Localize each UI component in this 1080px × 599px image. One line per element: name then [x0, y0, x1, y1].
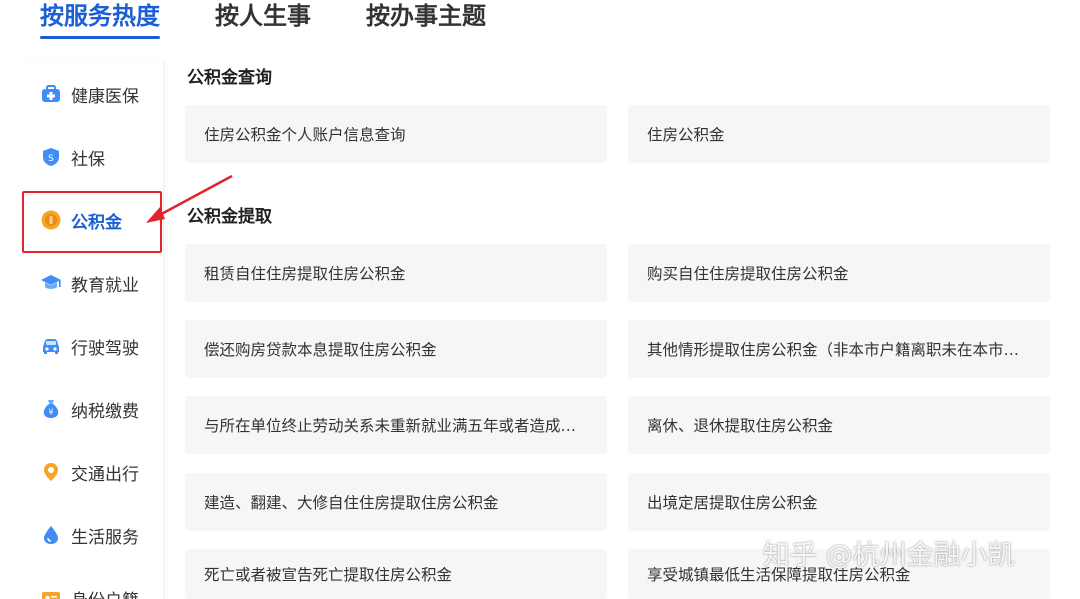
service-card[interactable]: 住房公积金 — [628, 105, 1050, 163]
service-card[interactable]: 死亡或者被宣告死亡提取住房公积金 — [185, 549, 607, 599]
service-card[interactable]: 建造、翻建、大修自住住房提取住房公积金 — [185, 473, 607, 531]
sidebar-item-label: 社保 — [71, 149, 105, 170]
tab-label: 按服务热度 — [40, 2, 160, 30]
service-card-label: 其他情形提取住房公积金（非本市户籍离职未在本市… — [647, 341, 1020, 359]
sidebar-item-tax-payment[interactable]: ¥ 纳税缴费 — [18, 385, 164, 433]
tab-by-life-event[interactable]: 按人生事 — [215, 0, 311, 40]
sidebar-item-health-insurance[interactable]: 健康医保 — [18, 70, 164, 118]
shield-icon: S — [40, 146, 62, 168]
service-tabs: 按服务热度 按人生事 按办事主题 — [0, 0, 1080, 46]
tab-by-service-popularity[interactable]: 按服务热度 — [40, 0, 160, 40]
watermark-text: 知乎 @杭州金融小凯 — [763, 540, 1015, 571]
money-bag-icon: ¥ — [40, 398, 62, 420]
service-card[interactable]: 租赁自住住房提取住房公积金 — [185, 244, 607, 302]
tab-label: 按办事主题 — [366, 2, 486, 30]
graduation-cap-icon — [40, 272, 62, 294]
medical-kit-icon — [40, 83, 62, 105]
svg-text:S: S — [48, 154, 54, 164]
location-pin-icon — [40, 461, 62, 483]
sidebar-item-label: 行驶驾驶 — [71, 338, 139, 359]
service-card-label: 住房公积金 — [647, 126, 725, 144]
category-sidebar: 健康医保 S 社保 公积金 教育就业 行驶驾驶 ¥ 纳税缴费 交通出行 生活服务 — [18, 60, 164, 599]
active-tab-underline — [40, 36, 160, 39]
service-card-label: 建造、翻建、大修自住住房提取住房公积金 — [204, 494, 499, 512]
sidebar-item-identity-registration[interactable]: 身份户籍 — [18, 574, 164, 599]
sidebar-item-driving[interactable]: 行驶驾驶 — [18, 322, 164, 370]
service-card-label: 死亡或者被宣告死亡提取住房公积金 — [204, 566, 453, 584]
service-card-label: 购买自住住房提取住房公积金 — [647, 265, 849, 283]
sidebar-item-life-services[interactable]: 生活服务 — [18, 511, 164, 559]
sidebar-item-transport[interactable]: 交通出行 — [18, 448, 164, 496]
tab-by-topic[interactable]: 按办事主题 — [366, 0, 486, 40]
service-card-label: 离休、退休提取住房公积金 — [647, 417, 834, 435]
sidebar-item-label: 健康医保 — [71, 86, 139, 107]
service-card-label: 出境定居提取住房公积金 — [647, 494, 818, 512]
service-card-label: 偿还购房贷款本息提取住房公积金 — [204, 341, 437, 359]
service-card[interactable]: 住房公积金个人账户信息查询 — [185, 105, 607, 163]
drop-icon — [40, 524, 62, 546]
service-card[interactable]: 与所在单位终止劳动关系未重新就业满五年或者造成… — [185, 396, 607, 454]
sidebar-item-label: 身份户籍 — [71, 586, 139, 599]
id-card-icon — [40, 587, 62, 599]
service-card[interactable]: 偿还购房贷款本息提取住房公积金 — [185, 320, 607, 378]
service-card-label: 住房公积金个人账户信息查询 — [204, 126, 406, 144]
sidebar-item-label: 教育就业 — [71, 275, 139, 296]
service-card-label: 与所在单位终止劳动关系未重新就业满五年或者造成… — [204, 417, 577, 435]
sidebar-item-label: 交通出行 — [71, 464, 139, 485]
section-title-fund-withdrawal: 公积金提取 — [187, 207, 272, 227]
service-card[interactable]: 其他情形提取住房公积金（非本市户籍离职未在本市… — [628, 320, 1050, 378]
service-card-label: 租赁自住住房提取住房公积金 — [204, 265, 406, 283]
tab-label: 按人生事 — [215, 2, 311, 30]
service-card[interactable]: 出境定居提取住房公积金 — [628, 473, 1050, 531]
car-icon — [40, 335, 62, 357]
svg-text:¥: ¥ — [48, 408, 53, 417]
sidebar-item-label: 纳税缴费 — [71, 401, 139, 422]
sidebar-item-education-employment[interactable]: 教育就业 — [18, 259, 164, 307]
service-card[interactable]: 离休、退休提取住房公积金 — [628, 396, 1050, 454]
sidebar-item-label: 生活服务 — [71, 527, 139, 548]
service-card[interactable]: 购买自住住房提取住房公积金 — [628, 244, 1050, 302]
section-title-fund-inquiry: 公积金查询 — [187, 68, 272, 88]
